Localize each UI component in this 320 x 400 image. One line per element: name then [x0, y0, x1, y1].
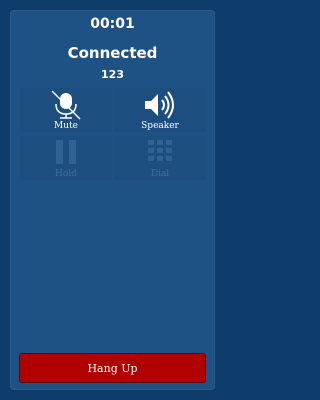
mute-label: Mute	[54, 121, 78, 131]
pause-icon	[56, 140, 76, 164]
mute-button[interactable]: Mute	[20, 88, 112, 132]
hold-button[interactable]: Hold	[20, 136, 112, 180]
dial-label: Dial	[150, 169, 170, 179]
call-controls: Mute Speaker Hold Dial	[20, 88, 206, 180]
call-panel	[10, 10, 215, 390]
speaker-button[interactable]: Speaker	[114, 88, 206, 132]
hang-up-button[interactable]: Hang Up	[19, 353, 206, 383]
muted-microphone-icon	[51, 90, 81, 120]
hold-label: Hold	[55, 169, 77, 179]
dial-button[interactable]: Dial	[114, 136, 206, 180]
speaker-icon	[145, 91, 174, 119]
call-status: Connected	[67, 44, 158, 62]
dialed-number: 123	[101, 68, 124, 81]
dialpad-icon	[148, 140, 172, 161]
speaker-label: Speaker	[141, 121, 179, 131]
call-timer: 00:01	[90, 16, 135, 32]
